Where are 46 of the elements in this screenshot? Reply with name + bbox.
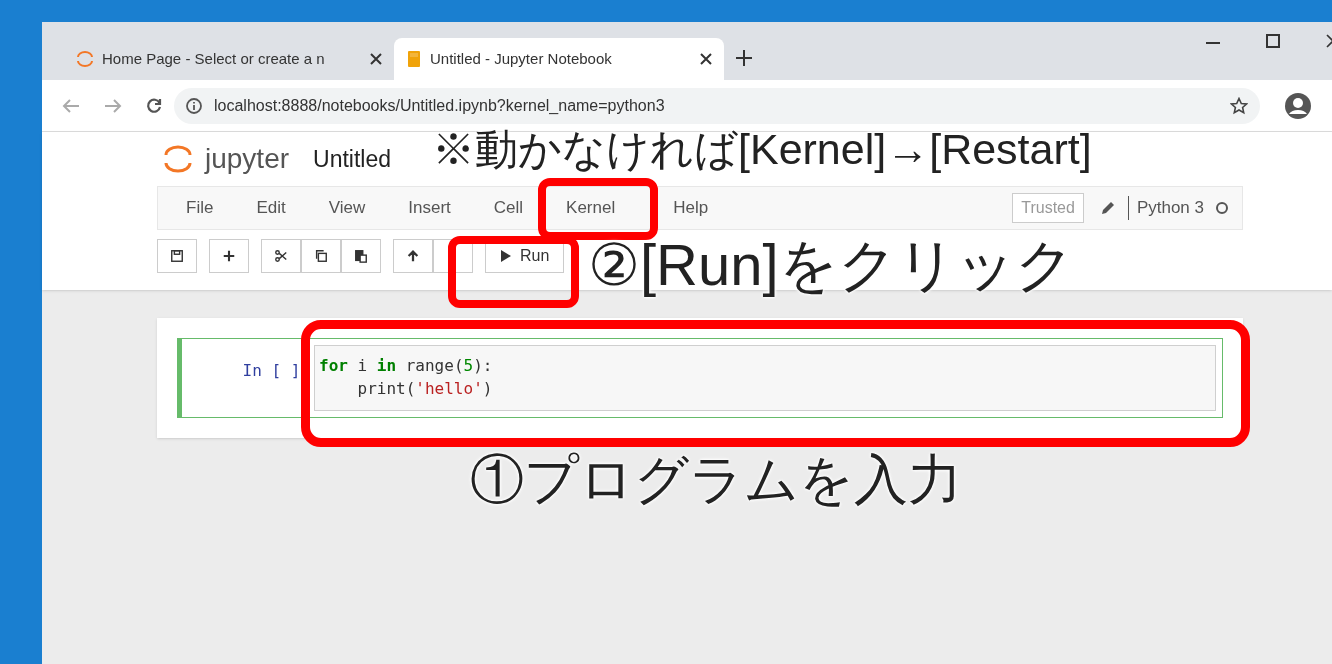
jupyter-logo-icon	[76, 50, 94, 68]
book-icon	[406, 50, 422, 68]
kernel-status-icon	[1216, 202, 1228, 214]
maximize-icon[interactable]	[1266, 34, 1280, 48]
menu-item[interactable]: File	[172, 195, 228, 221]
menu-item[interactable]: Kernel	[552, 195, 630, 221]
annotation-step: ①プログラムを入力	[470, 452, 962, 506]
close-icon[interactable]	[700, 53, 712, 65]
toolbar-button[interactable]	[157, 239, 197, 273]
paste-icon	[354, 249, 368, 263]
arrow-up-icon	[406, 249, 420, 263]
info-icon	[186, 97, 202, 114]
menu-item[interactable]: Insert	[394, 195, 465, 221]
browser-tab[interactable]: Home Page - Select or create a n	[64, 38, 394, 80]
jupyter-wordmark: jupyter	[205, 142, 290, 176]
toolbar-button[interactable]	[261, 239, 301, 273]
save-icon	[170, 249, 184, 263]
code-line: for i in range(5):	[319, 355, 494, 377]
tab-title: Untitled - Jupyter Notebook	[430, 48, 613, 69]
new-tab-icon[interactable]	[736, 50, 752, 66]
scissors-icon	[274, 249, 288, 263]
close-icon[interactable]	[370, 53, 382, 65]
pencil-icon[interactable]	[1099, 200, 1116, 216]
url-field[interactable]: localhost:8888/notebooks/Untitled.ipynb?kernel_name=python3	[174, 87, 1260, 124]
kernel-name: Python 3	[1136, 197, 1204, 220]
toolbar-button[interactable]	[209, 239, 249, 273]
browser-tab[interactable]: Untitled - Jupyter Notebook	[394, 38, 724, 80]
menu-item[interactable]: Help	[659, 195, 723, 221]
play-icon	[500, 249, 512, 263]
toolbar-button[interactable]	[301, 239, 341, 273]
menu-item[interactable]: Edit	[242, 195, 300, 221]
profile-icon[interactable]	[1284, 91, 1312, 120]
menu-item[interactable]: View	[314, 195, 380, 221]
star-icon[interactable]	[1230, 96, 1248, 115]
tab-title: Home Page - Select or create a n	[102, 48, 326, 69]
annotation-note: ※動かなければ[Kernel]→[Restart]	[432, 128, 1092, 171]
toolbar-button[interactable]	[341, 239, 381, 273]
code-line: print('hello')	[356, 378, 494, 400]
plus-icon	[222, 249, 236, 263]
reload-icon[interactable]	[146, 97, 162, 114]
menu-item[interactable]: Cell	[479, 195, 538, 221]
url-text: localhost:8888/notebooks/Untitled.ipynb?kernel_name=python3	[214, 95, 665, 116]
toolbar-button[interactable]	[393, 239, 433, 273]
copy-icon	[314, 249, 328, 263]
notebook-title[interactable]: Untitled	[313, 141, 392, 177]
code-editor[interactable]: for i in range(5): print('hello')	[314, 345, 1216, 411]
